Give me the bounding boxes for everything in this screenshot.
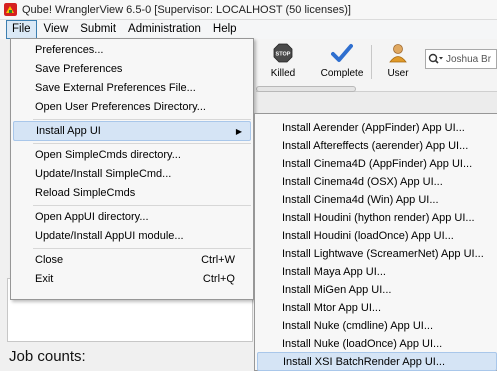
submenu-item-install-cinema4d-win[interactable]: Install Cinema4d (Win) App UI... <box>257 190 497 209</box>
menu-separator <box>33 205 251 206</box>
submenu-item-label: Install Lightwave (ScreamerNet) App UI..… <box>282 247 484 260</box>
menu-item-open-user-preferences-directory[interactable]: Open User Preferences Directory... <box>13 97 251 117</box>
menu-item-exit[interactable]: Exit Ctrl+Q <box>13 269 251 289</box>
file-menu-dropdown: Preferences... Save Preferences Save Ext… <box>10 38 254 300</box>
checkmark-icon <box>331 43 353 66</box>
menu-separator <box>33 119 251 120</box>
submenu-item-install-lightwave[interactable]: Install Lightwave (ScreamerNet) App UI..… <box>257 244 497 263</box>
user-label: User <box>387 68 409 79</box>
menu-item-label: Update/Install SimpleCmd... <box>35 168 172 180</box>
menu-item-save-external-preferences[interactable]: Save External Preferences File... <box>13 78 251 98</box>
submenu-item-install-xsi-batchrender[interactable]: Install XSI BatchRender App UI... <box>257 352 497 371</box>
menu-item-label: Update/Install AppUI module... <box>35 230 184 242</box>
submenu-item-install-maya[interactable]: Install Maya App UI... <box>257 262 497 281</box>
search-input[interactable] <box>446 53 496 65</box>
menu-separator <box>33 248 251 249</box>
menu-view[interactable]: View <box>39 21 74 38</box>
submenu-item-install-houdini-loadonce[interactable]: Install Houdini (loadOnce) App UI... <box>257 226 497 245</box>
submenu-item-label: Install Maya App UI... <box>282 265 386 278</box>
submenu-item-install-cinema4d-osx[interactable]: Install Cinema4d (OSX) App UI... <box>257 172 497 191</box>
submenu-item-install-mtor[interactable]: Install Mtor App UI... <box>257 298 497 317</box>
submenu-item-label: Install Nuke (loadOnce) App UI... <box>282 337 443 350</box>
submenu-item-install-houdini-hython[interactable]: Install Houdini (hython render) App UI..… <box>257 208 497 227</box>
menu-submit[interactable]: Submit <box>75 21 121 38</box>
toolbar-separator <box>371 45 372 79</box>
complete-label: Complete <box>320 68 364 79</box>
stop-icon: STOP <box>273 43 293 66</box>
window-title: Qube! WranglerView 6.5-0 [Supervisor: LO… <box>22 3 351 16</box>
menu-item-shortcut: Ctrl+Q <box>202 273 235 285</box>
user-icon <box>388 43 408 66</box>
menu-item-save-preferences[interactable]: Save Preferences <box>13 59 251 79</box>
menu-item-label: Save Preferences <box>35 63 123 75</box>
menu-item-close[interactable]: Close Ctrl+W <box>13 250 251 270</box>
qube-app-icon <box>4 3 17 16</box>
menu-bar: File View Submit Administration Help <box>0 20 497 39</box>
killed-button[interactable]: STOP Killed <box>260 43 306 79</box>
menu-item-label: Open User Preferences Directory... <box>35 101 206 113</box>
menu-item-reload-simplecmds[interactable]: Reload SimpleCmds <box>13 183 251 203</box>
submenu-item-label: Install MiGen App UI... <box>282 283 392 296</box>
submenu-arrow-icon: ▶ <box>235 126 242 136</box>
menu-item-update-install-appui-module[interactable]: Update/Install AppUI module... <box>13 226 251 246</box>
search-icon[interactable] <box>426 53 446 65</box>
submenu-item-label: Install Cinema4d (Win) App UI... <box>282 193 439 206</box>
submenu-item-label: Install Aerender (AppFinder) App UI... <box>282 121 465 134</box>
submenu-item-install-aerender[interactable]: Install Aerender (AppFinder) App UI... <box>257 118 497 137</box>
menu-item-update-install-simplecmd[interactable]: Update/Install SimpleCmd... <box>13 164 251 184</box>
stop-badge-text: STOP <box>276 52 291 58</box>
menu-item-label: Close <box>35 254 64 266</box>
submenu-item-install-nuke-loadonce[interactable]: Install Nuke (loadOnce) App UI... <box>257 334 497 353</box>
submenu-item-label: Install Mtor App UI... <box>282 301 382 314</box>
menu-item-shortcut: Ctrl+W <box>201 254 235 266</box>
menu-item-label: Open AppUI directory... <box>35 211 149 223</box>
menu-file[interactable]: File <box>6 20 37 39</box>
search-box[interactable] <box>425 49 497 69</box>
menu-item-label: Open SimpleCmds directory... <box>35 149 181 161</box>
menu-item-preferences[interactable]: Preferences... <box>13 40 251 60</box>
submenu-item-label: Install Cinema4d (OSX) App UI... <box>282 175 443 188</box>
menu-separator <box>33 143 251 144</box>
complete-button[interactable]: Complete <box>316 43 368 79</box>
toolbar: STOP Killed Complete User <box>256 39 497 92</box>
menu-item-label: Preferences... <box>35 44 104 56</box>
menu-item-label: Exit <box>35 273 54 285</box>
user-button[interactable]: User <box>375 43 421 79</box>
job-counts-label: Job counts: <box>9 348 86 365</box>
menu-item-label: Save External Preferences File... <box>35 82 196 94</box>
submenu-item-install-migen[interactable]: Install MiGen App UI... <box>257 280 497 299</box>
submenu-item-install-nuke-cmdline[interactable]: Install Nuke (cmdline) App UI... <box>257 316 497 335</box>
menu-help[interactable]: Help <box>208 21 242 38</box>
install-app-ui-submenu: Install Aerender (AppFinder) App UI... I… <box>254 113 497 371</box>
submenu-item-label: Install Nuke (cmdline) App UI... <box>282 319 434 332</box>
menu-item-open-simplecmds-directory[interactable]: Open SimpleCmds directory... <box>13 145 251 165</box>
menu-item-install-app-ui[interactable]: Install App UI ▶ <box>13 121 251 141</box>
submenu-item-install-aftereffects[interactable]: Install Aftereffects (aerender) App UI..… <box>257 136 497 155</box>
menu-item-label: Reload SimpleCmds <box>35 187 136 199</box>
submenu-item-install-cinema4d-appfinder[interactable]: Install Cinema4D (AppFinder) App UI... <box>257 154 497 173</box>
submenu-item-label: Install Aftereffects (aerender) App UI..… <box>282 139 469 152</box>
submenu-item-label: Install Houdini (loadOnce) App UI... <box>282 229 454 242</box>
submenu-item-label: Install XSI BatchRender App UI... <box>283 355 446 368</box>
submenu-item-label: Install Houdini (hython render) App UI..… <box>282 211 475 224</box>
title-bar: Qube! WranglerView 6.5-0 [Supervisor: LO… <box>0 0 497 20</box>
killed-label: Killed <box>270 68 296 79</box>
menu-administration[interactable]: Administration <box>123 21 206 38</box>
menu-item-label: Install App UI <box>36 125 101 137</box>
menu-item-open-appui-directory[interactable]: Open AppUI directory... <box>13 207 251 227</box>
submenu-item-label: Install Cinema4D (AppFinder) App UI... <box>282 157 473 170</box>
